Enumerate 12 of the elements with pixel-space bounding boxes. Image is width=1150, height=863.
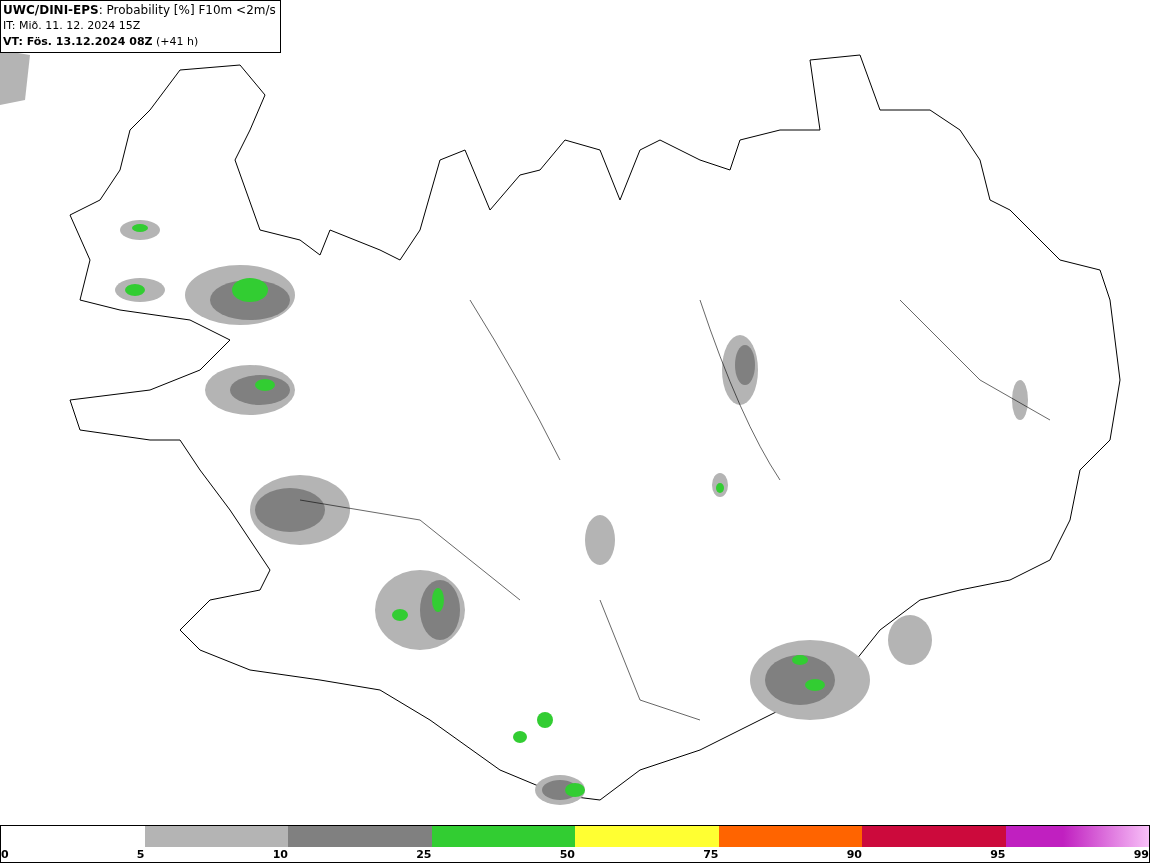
title-line: VT: Fös. 13.12.2024 08Z (+41 h): [3, 34, 200, 50]
legend-label: 50: [559, 847, 575, 862]
legend-label: 0: [1, 847, 9, 862]
legend-label: 5: [136, 847, 145, 862]
legend-label: 95: [990, 847, 1006, 862]
legend-label: 99: [1133, 847, 1149, 862]
title-line: UWC/DINI-EPS: Probability [%] F10m <2m/s: [3, 2, 276, 18]
legend-label: 75: [703, 847, 719, 862]
legend-label: 10: [272, 847, 288, 862]
legend-label: 90: [846, 847, 862, 862]
legend-label: 25: [416, 847, 432, 862]
title-line: IT: Mið. 11. 12. 2024 15Z: [3, 18, 142, 34]
